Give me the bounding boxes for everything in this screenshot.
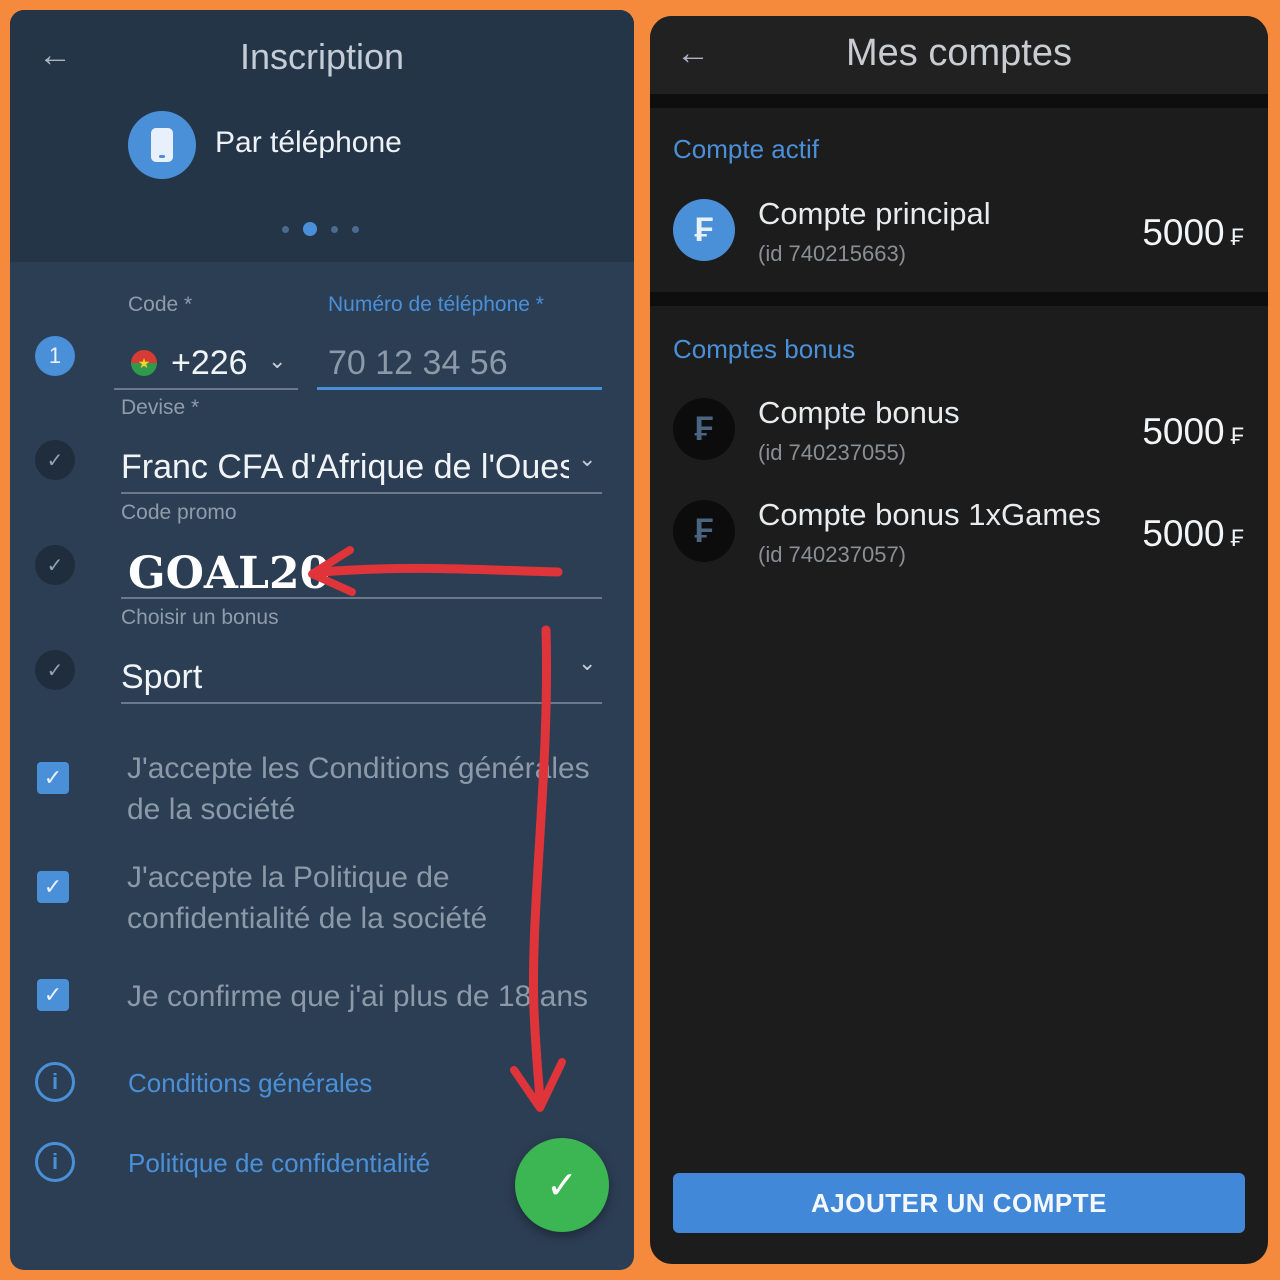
balance-amount: 5000 — [1142, 411, 1225, 452]
balance-amount: 5000 — [1142, 212, 1225, 253]
carousel-dot[interactable] — [331, 225, 338, 233]
account-id: (id 740237055) — [758, 440, 907, 465]
active-account-section-title: Compte actif — [673, 134, 819, 164]
account-id: (id 740215663) — [758, 241, 907, 266]
carousel-dot-active[interactable] — [303, 222, 317, 236]
terms-checkbox-label[interactable]: J'accepte les Conditions générales de la… — [127, 748, 617, 830]
add-account-button[interactable]: AJOUTER UN COMPTE — [673, 1173, 1245, 1233]
carousel-dot[interactable] — [352, 225, 359, 233]
account-balance: 5000 ₣ — [1142, 212, 1244, 254]
divider — [650, 94, 1268, 108]
registration-method-label: Par téléphone — [215, 126, 402, 159]
privacy-checkbox[interactable]: ✓ — [37, 871, 69, 903]
phone-number-label: Numéro de téléphone * — [328, 293, 544, 316]
age-checkbox-label[interactable]: Je confirme que j'ai plus de 18 ans — [127, 976, 617, 1017]
burkina-faso-flag-icon: ★ — [131, 350, 157, 376]
chevron-down-icon[interactable]: ⌄ — [578, 446, 596, 472]
privacy-checkbox-label[interactable]: J'accepte la Politique de confidentialit… — [127, 857, 617, 939]
country-code-value[interactable]: +226 — [171, 344, 248, 383]
phone-icon — [151, 128, 173, 162]
info-icon: i — [35, 1062, 75, 1102]
carousel-dot[interactable] — [282, 225, 289, 233]
page-title: Inscription — [239, 36, 405, 77]
account-id: (id 740237057) — [758, 542, 907, 567]
check-icon: ✓ — [35, 650, 75, 690]
bonus-label: Choisir un bonus — [121, 606, 279, 629]
account-name: Compte bonus — [758, 395, 960, 430]
bonus-underline — [121, 702, 602, 704]
account-balance: 5000 ₣ — [1142, 513, 1244, 555]
check-icon: ✓ — [35, 440, 75, 480]
terms-link[interactable]: Conditions générales — [128, 1068, 372, 1099]
terms-checkbox[interactable]: ✓ — [37, 762, 69, 794]
currency-label: Devise * — [121, 396, 200, 419]
divider — [650, 292, 1268, 306]
franc-icon: ₣ — [673, 199, 735, 261]
account-balance: 5000 ₣ — [1142, 411, 1244, 453]
currency-symbol: ₣ — [1230, 423, 1244, 450]
phone-underline — [317, 387, 602, 390]
check-icon: ✓ — [546, 1164, 578, 1207]
accounts-screen: ← Mes comptes Compte actif ₣ Compte prin… — [650, 16, 1268, 1264]
registration-screen: ← Inscription Par téléphone 1 Code * ★ +… — [10, 10, 634, 1270]
currency-symbol: ₣ — [1230, 224, 1244, 251]
franc-icon: ₣ — [673, 398, 735, 460]
code-label: Code * — [128, 293, 193, 316]
chevron-down-icon[interactable]: ⌄ — [578, 650, 596, 676]
page-title: Mes comptes — [846, 32, 1072, 74]
carousel-dots — [282, 222, 359, 236]
bonus-accounts-section-title: Comptes bonus — [673, 334, 856, 364]
submit-annotation-arrowhead — [510, 1058, 566, 1112]
submit-button[interactable]: ✓ — [515, 1138, 609, 1232]
code-underline — [114, 388, 298, 390]
promo-code-label: Code promo — [121, 501, 237, 524]
phone-method-icon[interactable] — [128, 111, 196, 179]
privacy-link[interactable]: Politique de confidentialité — [128, 1148, 430, 1179]
account-name: Compte bonus 1xGames — [758, 497, 1101, 532]
currency-select[interactable]: Franc CFA d'Afrique de l'Ouest — [121, 448, 569, 487]
step-number-badge: 1 — [35, 336, 75, 376]
info-icon: i — [35, 1142, 75, 1182]
age-checkbox[interactable]: ✓ — [37, 979, 69, 1011]
chevron-down-icon[interactable]: ⌄ — [268, 348, 286, 374]
promo-annotation-arrow — [315, 563, 563, 577]
currency-symbol: ₣ — [1230, 525, 1244, 552]
bonus-select[interactable]: Sport — [121, 658, 202, 697]
balance-amount: 5000 — [1142, 513, 1225, 554]
promo-code-input[interactable]: GOAL20 — [128, 548, 330, 599]
promo-underline — [121, 597, 602, 599]
currency-underline — [121, 492, 602, 494]
franc-icon: ₣ — [673, 500, 735, 562]
account-name: Compte principal — [758, 196, 991, 231]
phone-number-input[interactable]: 70 12 34 56 — [328, 344, 508, 383]
check-icon: ✓ — [35, 545, 75, 585]
